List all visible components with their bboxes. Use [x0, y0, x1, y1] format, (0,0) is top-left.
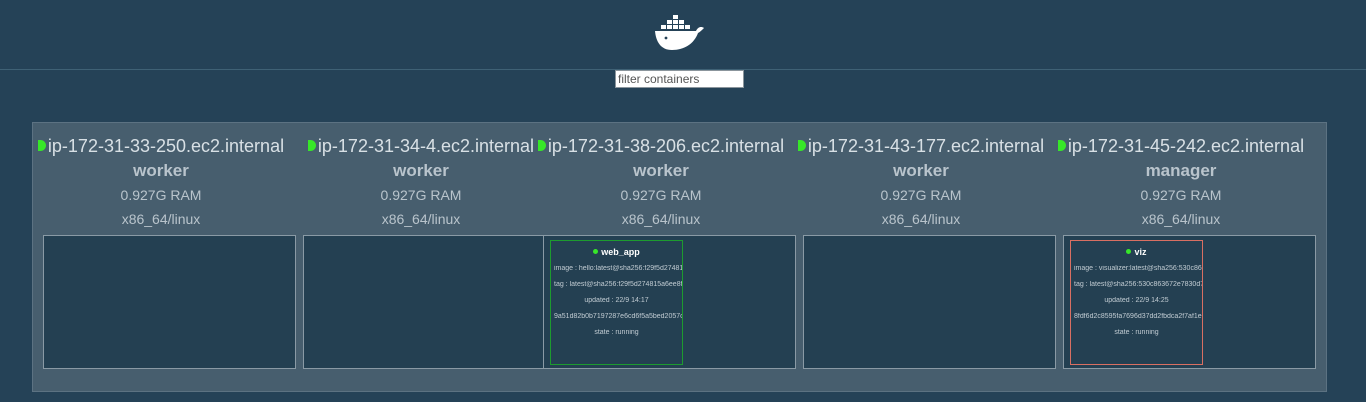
node-hostname-text: ip-172-31-34-4.ec2.internal	[317, 136, 535, 156]
node-header: ip-172-31-34-4.ec2.internal worker 0.927…	[293, 123, 549, 233]
node-status-icon	[307, 140, 316, 151]
container-tag: tag : latest@sha256:530c863672e7830d75	[1074, 281, 1202, 288]
node-role: worker	[893, 161, 949, 180]
node-arch: x86_64/linux	[121, 211, 201, 227]
container-image: image : visualizer:latest@sha256:530c863…	[1074, 265, 1202, 272]
docker-whale-logo	[655, 15, 704, 50]
node-header: ip-172-31-38-206.ec2.internal worker 0.9…	[533, 123, 789, 233]
container-updated: updated : 22/9 14:25	[1104, 297, 1169, 304]
node-hostname-text: ip-172-31-43-177.ec2.internal	[807, 136, 1045, 156]
container-status-icon	[593, 249, 599, 254]
node-card: ip-172-31-45-242.ec2.internal manager 0.…	[1053, 123, 1316, 393]
node-arch: x86_64/linux	[1141, 211, 1221, 227]
node-arch: x86_64/linux	[881, 211, 961, 227]
container-tag: tag : latest@sha256:f29f5d274815a6ee8f2	[554, 281, 682, 288]
node-role: worker	[633, 161, 689, 180]
header	[0, 0, 1366, 70]
container-image: image : hello:latest@sha256:f29f5d274815…	[554, 265, 682, 272]
node-ram: 0.927G RAM	[120, 187, 202, 203]
container-card-web-app[interactable]: web_app image : hello:latest@sha256:f29f…	[550, 240, 683, 365]
node-card: ip-172-31-34-4.ec2.internal worker 0.927…	[293, 123, 556, 393]
container-name: viz	[1071, 247, 1202, 257]
node-containers-area: viz image : visualizer:latest@sha256:530…	[1063, 235, 1316, 369]
node-ram: 0.927G RAM	[620, 187, 702, 203]
container-updated: updated : 22/9 14:17	[584, 297, 649, 304]
node-ram: 0.927G RAM	[380, 187, 462, 203]
container-name-text: web_app	[601, 247, 640, 257]
node-hostname: ip-172-31-45-242.ec2.internal	[1053, 136, 1309, 157]
node-header: ip-172-31-33-250.ec2.internal worker 0.9…	[33, 123, 289, 233]
node-card: ip-172-31-38-206.ec2.internal worker 0.9…	[533, 123, 796, 393]
filter-containers-input[interactable]	[615, 70, 744, 88]
container-name-text: viz	[1134, 247, 1147, 257]
node-card: ip-172-31-43-177.ec2.internal worker 0.9…	[793, 123, 1056, 393]
node-containers-area	[43, 235, 296, 369]
node-hostname-text: ip-172-31-38-206.ec2.internal	[547, 136, 785, 156]
node-status-icon	[797, 140, 806, 151]
node-arch: x86_64/linux	[381, 211, 461, 227]
node-role: worker	[133, 161, 189, 180]
container-card-viz[interactable]: viz image : visualizer:latest@sha256:530…	[1070, 240, 1203, 365]
node-ram: 0.927G RAM	[1140, 187, 1222, 203]
container-state: state : running	[1114, 329, 1159, 336]
node-hostname-text: ip-172-31-45-242.ec2.internal	[1067, 136, 1305, 156]
container-status-icon	[1126, 249, 1132, 254]
node-card: ip-172-31-33-250.ec2.internal worker 0.9…	[33, 123, 296, 393]
node-role: worker	[393, 161, 449, 180]
node-ram: 0.927G RAM	[880, 187, 962, 203]
node-header: ip-172-31-43-177.ec2.internal worker 0.9…	[793, 123, 1049, 233]
node-status-icon	[537, 140, 546, 151]
node-role: manager	[1145, 161, 1217, 180]
node-containers-area: web_app image : hello:latest@sha256:f29f…	[543, 235, 796, 369]
node-containers-area	[803, 235, 1056, 369]
node-hostname: ip-172-31-33-250.ec2.internal	[33, 136, 289, 157]
node-hostname-text: ip-172-31-33-250.ec2.internal	[47, 136, 285, 156]
node-hostname: ip-172-31-34-4.ec2.internal	[293, 136, 549, 157]
container-name: web_app	[551, 247, 682, 257]
container-id: 8fdf6d2c8595fa7696d37dd2fbdca2f7af1e	[1074, 313, 1202, 320]
node-hostname: ip-172-31-43-177.ec2.internal	[793, 136, 1049, 157]
node-status-icon	[1057, 140, 1066, 151]
cluster-panel: ip-172-31-33-250.ec2.internal worker 0.9…	[32, 122, 1327, 392]
node-hostname: ip-172-31-38-206.ec2.internal	[533, 136, 789, 157]
node-header: ip-172-31-45-242.ec2.internal manager 0.…	[1053, 123, 1309, 233]
node-arch: x86_64/linux	[621, 211, 701, 227]
container-state: state : running	[594, 329, 639, 336]
node-status-icon	[37, 140, 46, 151]
container-id: 9a51d82b0b7197287e6cd6f5a5bed2057c	[554, 313, 682, 320]
node-containers-area	[303, 235, 556, 369]
